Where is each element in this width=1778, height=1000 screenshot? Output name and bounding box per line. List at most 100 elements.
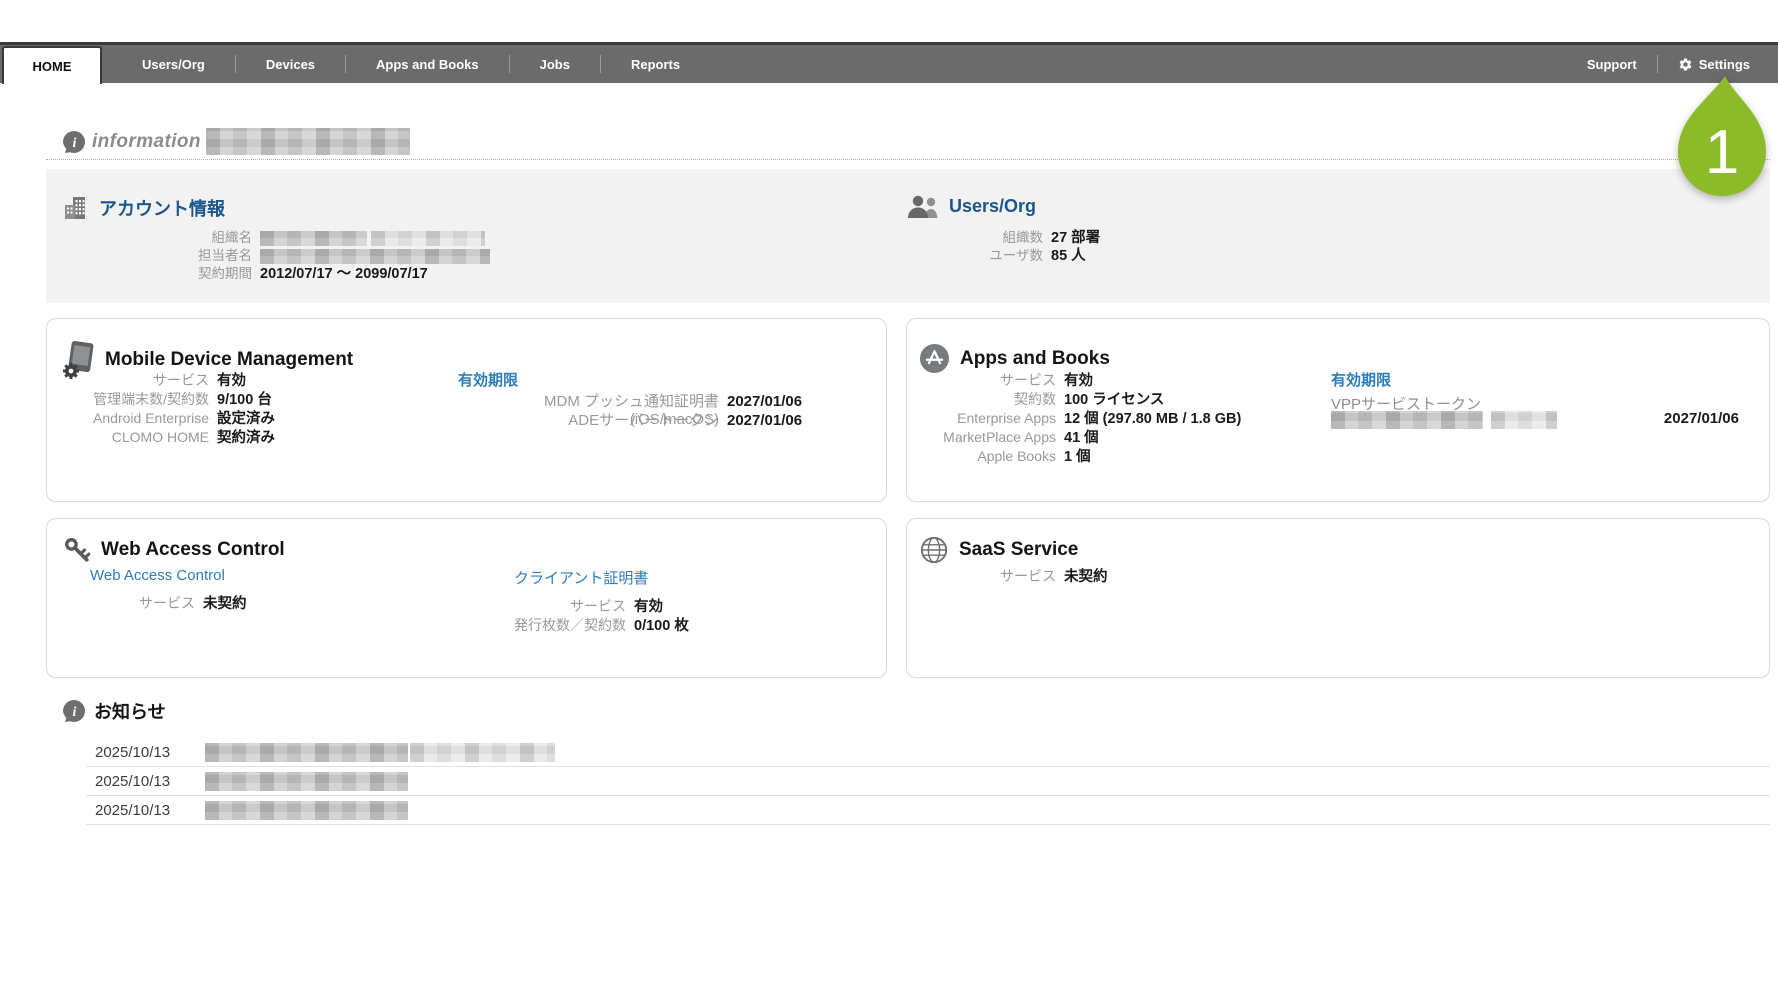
tab-apps-and-books[interactable]: Apps and Books bbox=[346, 57, 509, 72]
marketplace-apps-value: 41 個 bbox=[1064, 429, 1099, 447]
apps-service-value: 有効 bbox=[1064, 372, 1093, 390]
support-link[interactable]: Support bbox=[1587, 57, 1637, 72]
news-section: i お知らせ 2025/10/13 2025/10/13 2025/10/13 bbox=[46, 698, 1770, 825]
tab-devices[interactable]: Devices bbox=[236, 57, 345, 72]
tab-users-org[interactable]: Users/Org bbox=[112, 57, 235, 72]
settings-label: Settings bbox=[1699, 57, 1750, 72]
badge-number: 1 bbox=[1705, 118, 1739, 187]
svg-text:i: i bbox=[73, 136, 77, 151]
contract-period-row: 契約期間 2012/07/17 ～ 2099/07/17 bbox=[106, 265, 490, 283]
saas-service-value: 未契約 bbox=[1064, 568, 1108, 586]
contract-period-label: 契約期間 bbox=[106, 265, 252, 283]
org-name-label: 組織名 bbox=[106, 229, 252, 247]
mdm-service-label: サービス bbox=[63, 371, 209, 389]
information-bar: i information bbox=[46, 126, 1770, 160]
ade-server-token-date: 2027/01/06 bbox=[727, 412, 802, 430]
mdm-status-rows: サービス有効 管理端末数/契約数9/100 台 Android Enterpri… bbox=[63, 371, 275, 447]
client-cert-service-label: サービス bbox=[514, 597, 626, 615]
account-info-header: アカウント情報 bbox=[62, 194, 225, 222]
news-date: 2025/10/13 bbox=[95, 773, 195, 790]
nav-divider bbox=[1657, 55, 1658, 73]
information-redacted-text bbox=[206, 128, 410, 155]
news-item[interactable]: 2025/10/13 bbox=[86, 767, 1770, 796]
org-name-redacted-tail bbox=[371, 231, 485, 246]
apps-licenses-value: 100 ライセンス bbox=[1064, 391, 1164, 409]
wac-service-label: サービス bbox=[90, 594, 195, 612]
mdm-expiry-link[interactable]: 有効期限 bbox=[458, 369, 518, 390]
org-count-row: 組織数 27 部署 bbox=[943, 229, 1100, 247]
step-1-badge: 1 bbox=[1670, 74, 1774, 202]
tab-jobs[interactable]: Jobs bbox=[510, 57, 600, 72]
marketplace-apps-label: MarketPlace Apps bbox=[923, 428, 1056, 446]
apple-books-value: 1 個 bbox=[1064, 448, 1091, 466]
user-count-label: ユーザ数 bbox=[943, 247, 1043, 265]
saas-title: SaaS Service bbox=[959, 539, 1078, 561]
account-info-rows: 組織名 担当者名 契約期間 2012/07/17 ～ 2099/07/17 bbox=[106, 229, 490, 283]
apps-card-header: Apps and Books bbox=[919, 343, 1110, 374]
wac-left-column: Web Access Control サービス未契約 bbox=[90, 567, 247, 613]
vpp-token-redacted bbox=[1331, 411, 1483, 429]
app-store-icon bbox=[919, 343, 950, 374]
mdm-push-cert-date: 2027/01/06 bbox=[727, 393, 802, 411]
vpp-token-redacted-tail bbox=[1491, 411, 1557, 429]
news-date: 2025/10/13 bbox=[95, 744, 195, 761]
news-title: お知らせ bbox=[94, 698, 166, 724]
mdm-devices-label: 管理端末数/契約数 bbox=[63, 390, 209, 408]
users-org-header: Users/Org bbox=[906, 194, 1036, 218]
apple-books-label: Apple Books bbox=[923, 447, 1056, 465]
apps-licenses-label: 契約数 bbox=[923, 390, 1056, 408]
apps-and-books-card: Apps and Books サービス有効 契約数 100 ライセンス Enter… bbox=[906, 318, 1770, 502]
user-count-row: ユーザ数 85 人 bbox=[943, 247, 1100, 265]
manager-name-redacted bbox=[260, 249, 490, 264]
information-label: information bbox=[92, 131, 201, 153]
mdm-android-enterprise-value: 設定済み bbox=[217, 410, 275, 428]
enterprise-apps-label: Enterprise Apps bbox=[923, 409, 1056, 427]
news-item[interactable]: 2025/10/13 bbox=[86, 796, 1770, 825]
web-access-control-card: Web Access Control Web Access Control サー… bbox=[46, 518, 887, 678]
org-name-row: 組織名 bbox=[106, 229, 490, 247]
enterprise-apps-value: 12 個 (297.80 MB / 1.8 GB) bbox=[1064, 410, 1241, 428]
gear-icon bbox=[1678, 57, 1693, 72]
settings-link[interactable]: Settings bbox=[1678, 57, 1750, 72]
saas-card-header: SaaS Service bbox=[919, 535, 1078, 565]
cert-issued-count-value: 0/100 枚 bbox=[634, 617, 689, 635]
client-cert-link[interactable]: クライアント証明書 bbox=[514, 570, 648, 587]
tab-home[interactable]: HOME bbox=[2, 46, 102, 84]
wac-title: Web Access Control bbox=[101, 539, 285, 561]
saas-service-card: SaaS Service サービス未契約 bbox=[906, 518, 1770, 678]
wac-right-column: クライアント証明書 サービス有効 発行枚数／契約数0/100 枚 bbox=[514, 567, 689, 635]
news-item[interactable]: 2025/10/13 bbox=[86, 738, 1770, 767]
org-name-redacted bbox=[260, 231, 367, 246]
wac-service-link[interactable]: Web Access Control bbox=[90, 567, 225, 584]
saas-service-label: サービス bbox=[923, 567, 1056, 585]
globe-icon bbox=[919, 535, 949, 565]
mdm-devices-value: 9/100 台 bbox=[217, 391, 272, 409]
svg-text:i: i bbox=[73, 705, 77, 720]
apps-service-label: サービス bbox=[923, 371, 1056, 389]
apps-expiry-link[interactable]: 有効期限 bbox=[1331, 369, 1391, 390]
mdm-service-value: 有効 bbox=[217, 372, 246, 390]
org-count-value: 27 部署 bbox=[1051, 229, 1100, 247]
news-header: i お知らせ bbox=[46, 698, 1770, 724]
tab-reports[interactable]: Reports bbox=[601, 57, 710, 72]
apps-status-rows: サービス有効 契約数 100 ライセンス Enterprise Apps 12 個 … bbox=[923, 371, 1241, 466]
nav-tabs: Users/Org Devices Apps and Books Jobs Re… bbox=[112, 55, 710, 73]
info-bubble-icon: i bbox=[62, 130, 86, 154]
mdm-expiry-rows: MDM プッシュ通知証明書 (iOS/macOS)2027/01/06 ADEサ… bbox=[458, 393, 802, 431]
contract-period-value: 2012/07/17 ～ 2099/07/17 bbox=[260, 265, 428, 283]
apps-title: Apps and Books bbox=[960, 348, 1110, 370]
manager-name-label: 担当者名 bbox=[106, 247, 252, 265]
account-banner: アカウント情報 組織名 担当者名 契約期間 2012/07/17 ～ 2099/… bbox=[46, 169, 1770, 303]
nav-right-group: Support Settings bbox=[1587, 55, 1778, 73]
news-redacted-tail bbox=[410, 743, 555, 762]
vpp-token-date: 2027/01/06 bbox=[1664, 410, 1739, 427]
users-org-title: Users/Org bbox=[949, 196, 1036, 217]
wac-card-header: Web Access Control bbox=[63, 535, 285, 565]
news-redacted-title bbox=[205, 743, 408, 762]
news-redacted-title bbox=[205, 772, 408, 791]
news-bubble-icon: i bbox=[62, 699, 86, 723]
users-icon bbox=[906, 194, 940, 218]
client-cert-service-value: 有効 bbox=[634, 598, 663, 616]
org-count-label: 組織数 bbox=[943, 229, 1043, 247]
mdm-clomo-home-value: 契約済み bbox=[217, 429, 275, 447]
